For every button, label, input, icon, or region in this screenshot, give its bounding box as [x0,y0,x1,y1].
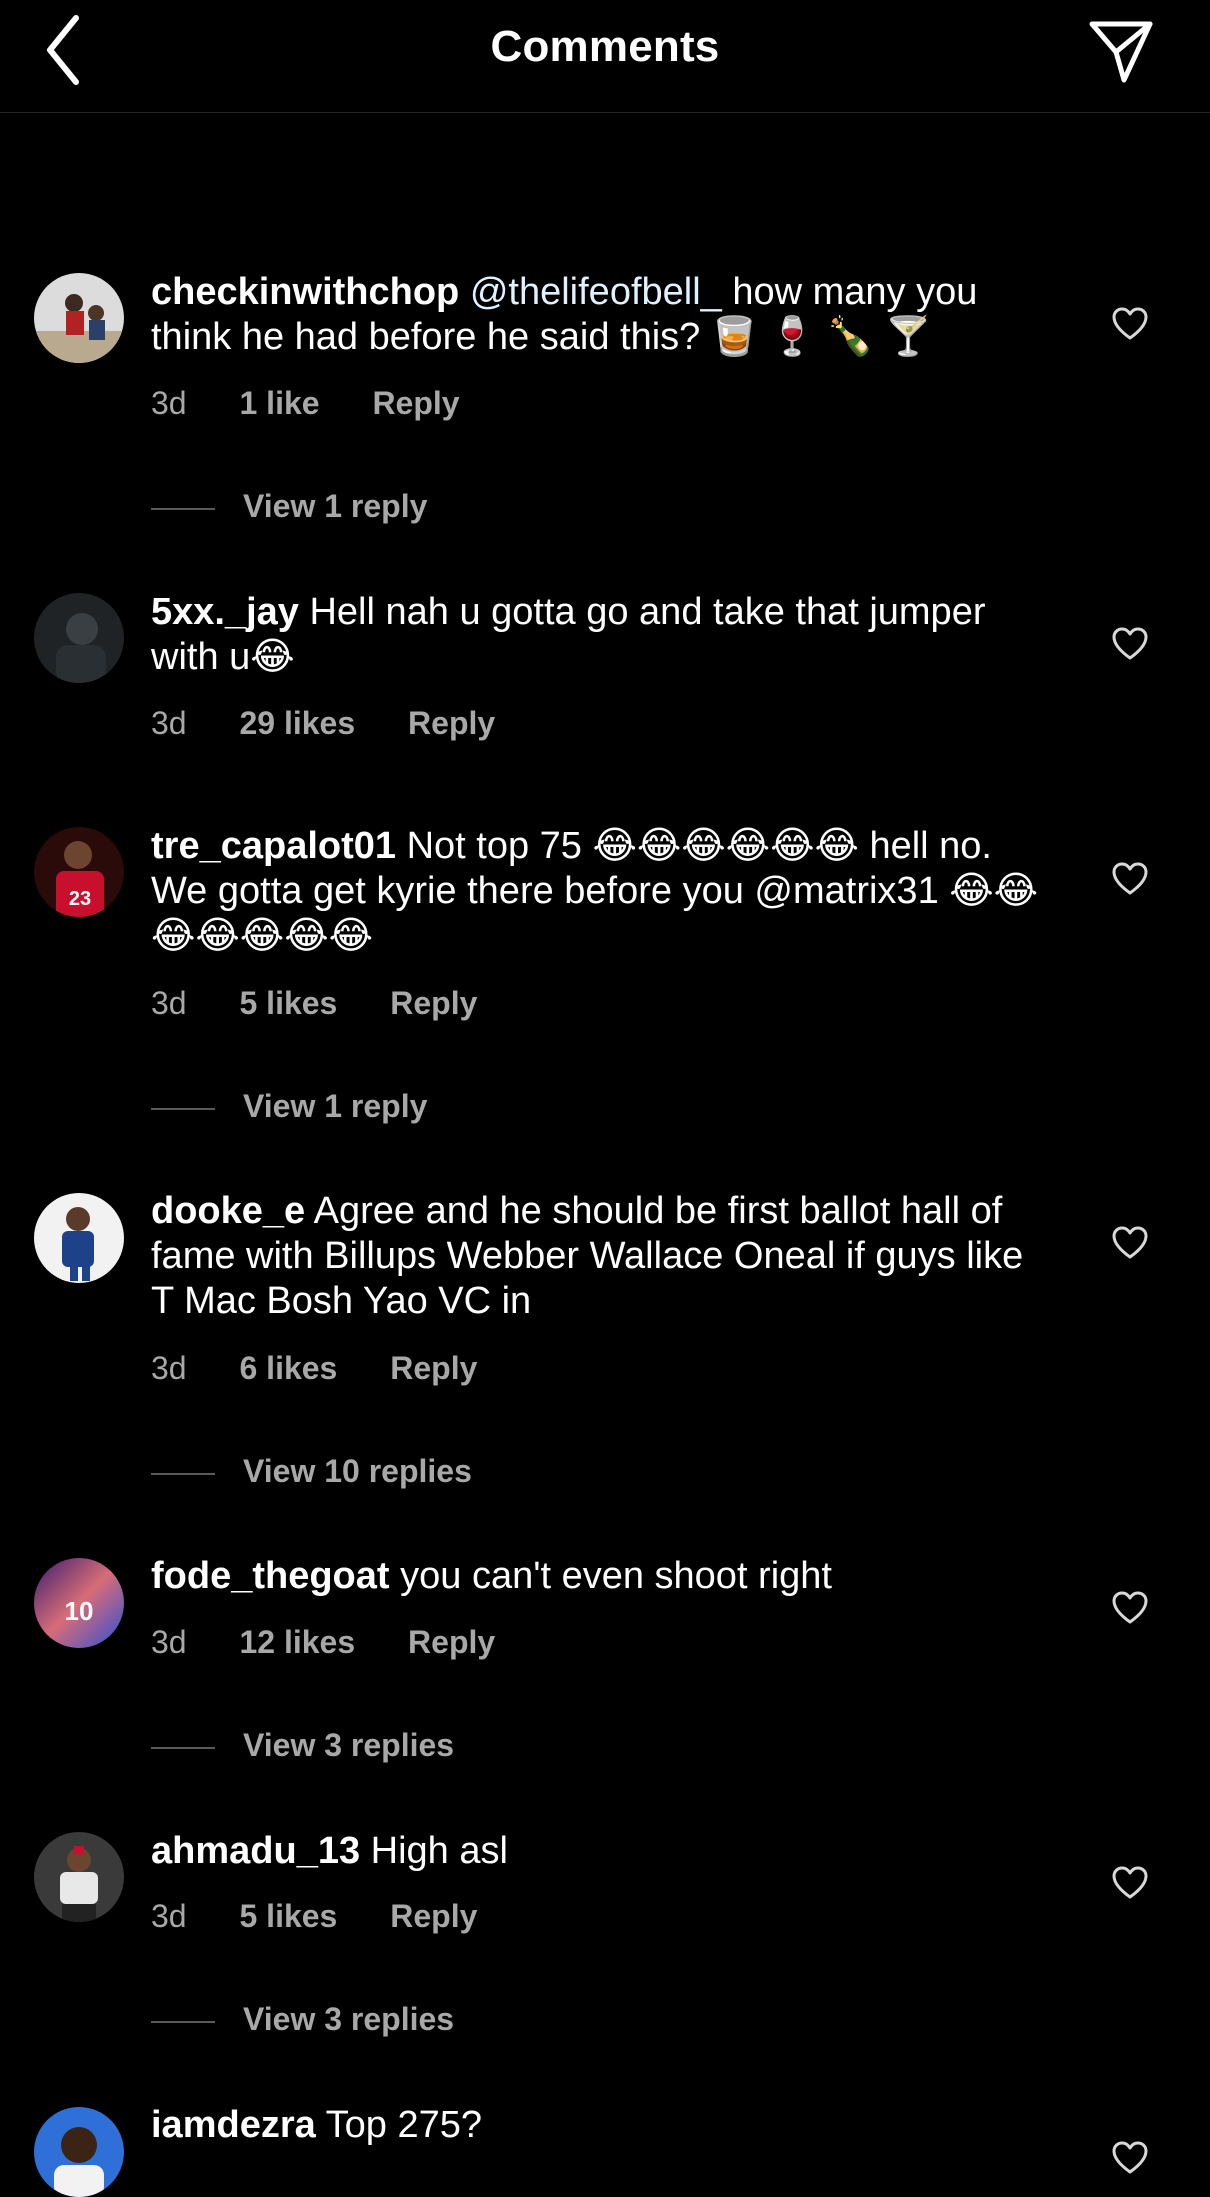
heart-outline-icon[interactable] [1112,1866,1148,1900]
avatar[interactable] [34,273,124,363]
heart-outline-icon[interactable] [1112,1226,1148,1260]
view-replies-label: View 10 replies [243,1453,472,1489]
comment-time: 3d [151,1898,187,1934]
view-replies-label: View 1 reply [243,1088,428,1124]
comment-meta: 3d 29 likes Reply [151,705,539,742]
comment-username[interactable]: ahmadu_13 [151,1830,360,1872]
comment-text: iamdezra Top 275? [151,2103,1051,2148]
heart-outline-icon[interactable] [1112,862,1148,896]
comment-text: fode_thegoat you can't even shoot right [151,1554,1051,1599]
comment-username[interactable]: checkinwithchop [151,271,459,313]
comment-time: 3d [151,705,187,741]
comment-body: High asl [360,1830,508,1872]
reply-button[interactable]: Reply [390,985,477,1021]
comment-username[interactable]: dooke_e [151,1190,305,1232]
divider-line [151,1107,215,1110]
divider-line [151,2020,215,2023]
comment-likes[interactable]: 5 likes [239,1898,337,1934]
reply-button[interactable]: Reply [372,385,459,421]
reply-button[interactable]: Reply [390,1350,477,1386]
comment-likes[interactable]: 29 likes [239,705,355,741]
view-replies-button[interactable]: View 3 replies [151,1727,454,1767]
avatar[interactable] [34,2107,124,2197]
comment-likes[interactable]: 6 likes [239,1350,337,1386]
svg-text:10: 10 [65,1596,94,1626]
view-replies-label: View 3 replies [243,1727,455,1763]
comment-meta: 3d 5 likes Reply [151,985,521,1022]
reply-button[interactable]: Reply [408,1624,495,1660]
paper-plane-icon [1089,21,1153,83]
reply-button[interactable]: Reply [408,705,495,741]
avatar[interactable] [34,1193,124,1283]
divider-line [151,1472,215,1475]
divider-line [151,507,215,510]
comment-likes[interactable]: 12 likes [239,1624,355,1660]
page-title: Comments [490,22,720,71]
heart-outline-icon[interactable] [1112,1591,1148,1625]
comment-meta: 3d 1 like Reply [151,385,504,422]
comment-username[interactable]: 5xx._jay [151,591,299,633]
comment-mention[interactable]: @thelifeofbell_ [470,271,722,313]
comment-body: Top 275? [315,2104,482,2146]
header-bar: Comments [0,0,1210,113]
view-replies-button[interactable]: View 1 reply [151,488,427,528]
share-button[interactable] [1088,18,1154,84]
comment-body: you can't even shoot right [389,1555,832,1597]
comment-text: ahmadu_13 High asl [151,1829,1051,1874]
comment-likes[interactable]: 1 like [239,385,319,421]
comment-time: 3d [151,1624,187,1660]
heart-outline-icon[interactable] [1112,2141,1148,2175]
divider-line [151,1746,215,1749]
view-replies-button[interactable]: View 10 replies [151,1453,472,1493]
avatar[interactable] [34,593,124,683]
comment-meta: 3d 5 likes Reply [151,1898,521,1935]
reply-button[interactable]: Reply [390,1898,477,1934]
comment-meta: 3d 12 likes Reply [151,1624,539,1661]
view-replies-button[interactable]: View 3 replies [151,2001,454,2041]
heart-outline-icon[interactable] [1112,627,1148,661]
comment-meta: 3d 6 likes Reply [151,1350,521,1387]
comment-time: 3d [151,385,187,421]
comment-username[interactable]: tre_capalot01 [151,825,396,867]
view-replies-button[interactable]: View 1 reply [151,1088,427,1128]
comment-text: tre_capalot01 Not top 75 😂😂😂😂😂😂 hell no.… [151,824,1051,959]
view-replies-label: View 1 reply [243,488,428,524]
comment-username[interactable]: iamdezra [151,2104,316,2146]
heart-outline-icon[interactable] [1112,307,1148,341]
comment-likes[interactable]: 5 likes [239,985,337,1021]
avatar[interactable] [34,1832,124,1922]
comment-text: checkinwithchop @thelifeofbell_ how many… [151,270,1051,360]
comment-username[interactable]: fode_thegoat [151,1555,390,1597]
avatar[interactable]: 23 [34,827,124,917]
svg-text:23: 23 [69,888,91,910]
view-replies-label: View 3 replies [243,2001,455,2037]
comment-time: 3d [151,985,187,1021]
comment-time: 3d [151,1350,187,1386]
comment-text: 5xx._jay Hell nah u gotta go and take th… [151,590,1051,680]
avatar[interactable]: 10 [34,1558,124,1648]
comment-text: dooke_e Agree and he should be first bal… [151,1189,1051,1324]
